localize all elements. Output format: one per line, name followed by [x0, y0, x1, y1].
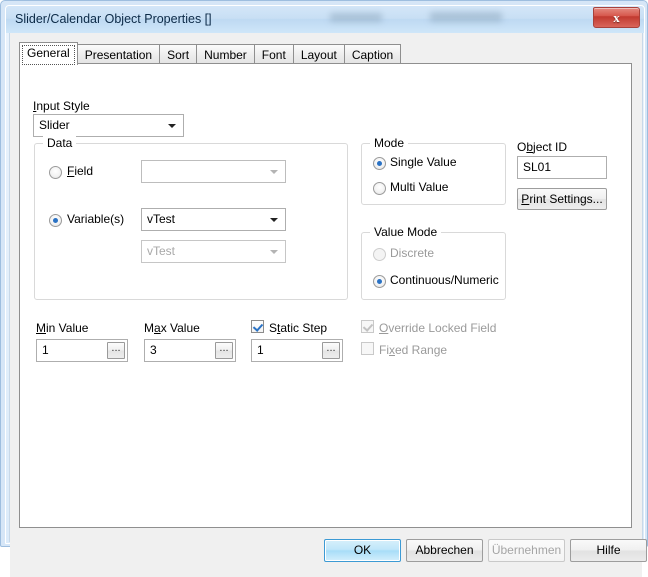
input-style-label: Input Style — [33, 99, 90, 113]
print-settings-button[interactable]: Print Settings... — [517, 188, 607, 210]
close-button[interactable]: x — [593, 7, 640, 28]
tab-sort-label: Sort — [167, 48, 190, 62]
chevron-down-icon — [270, 250, 278, 254]
checkbox-override-locked-field[interactable] — [361, 320, 374, 333]
tab-font[interactable]: Font — [253, 44, 294, 65]
max-value-input[interactable]: 3 ... — [144, 339, 236, 362]
min-value-input[interactable]: 1 ... — [36, 339, 128, 362]
variables-label: Variable(s) — [67, 212, 125, 226]
redacted-title-text-2 — [430, 12, 502, 22]
apply-button-label: Übernehmen — [491, 543, 562, 557]
close-icon: x — [613, 10, 620, 25]
input-style-value: Slider — [39, 118, 70, 132]
dialog-client-area: General Presentation Sort Number Font La… — [9, 33, 647, 577]
max-value-label: Max Value — [144, 321, 200, 335]
variables-combo-secondary-value: vTest — [147, 244, 176, 258]
window-inner-frame: Slider/Calendar Object Properties [] x G… — [5, 5, 647, 577]
tab-general[interactable]: General — [19, 42, 78, 65]
title-bar[interactable]: Slider/Calendar Object Properties [] x — [6, 6, 644, 33]
static-step-label: Static Step — [269, 321, 328, 335]
tab-caption-label: Caption — [351, 48, 394, 62]
object-id-value: SL01 — [523, 160, 552, 174]
help-button[interactable]: Hilfe — [570, 539, 647, 562]
radio-discrete[interactable] — [373, 248, 386, 261]
static-step-value: 1 — [257, 343, 264, 357]
help-button-label: Hilfe — [596, 543, 621, 557]
data-group-title: Data — [43, 136, 77, 150]
min-value-text: 1 — [42, 343, 49, 357]
static-step-input[interactable]: 1 ... — [251, 339, 343, 362]
tab-presentation-label: Presentation — [84, 48, 153, 62]
variables-combo-value: vTest — [147, 212, 176, 226]
tab-focus-rect — [22, 45, 75, 65]
ellipsis-icon: ... — [219, 342, 229, 354]
tab-sort[interactable]: Sort — [159, 44, 198, 65]
variables-combo-secondary[interactable]: vTest — [141, 240, 286, 263]
tab-layout-label: Layout — [300, 48, 337, 62]
radio-variables[interactable] — [49, 214, 62, 227]
tab-number-label: Number — [204, 48, 247, 62]
tab-number[interactable]: Number — [196, 44, 255, 65]
chevron-down-icon — [168, 124, 176, 128]
tab-layout[interactable]: Layout — [292, 44, 345, 65]
object-id-label: Object ID — [517, 140, 568, 154]
min-value-label: Min Value — [36, 321, 89, 335]
max-value-ellipsis-button[interactable]: ... — [215, 342, 233, 359]
ellipsis-icon: ... — [111, 342, 121, 354]
dialog-footer: OK Abbrechen Übernehmen Hilfe — [10, 530, 647, 577]
tab-caption[interactable]: Caption — [343, 44, 402, 65]
tab-panel-general: Input Style Slider Data Field Variable(s… — [19, 63, 632, 528]
checkbox-static-step[interactable] — [251, 320, 264, 333]
max-value-text: 3 — [150, 343, 157, 357]
print-settings-label: Print Settings... — [521, 192, 603, 206]
input-style-label-rest: nput Style — [36, 99, 90, 113]
apply-button[interactable]: Übernehmen — [488, 539, 565, 562]
discrete-label: Discrete — [390, 246, 435, 260]
multi-value-label: Multi Value — [390, 180, 449, 194]
checkbox-fixed-range[interactable] — [361, 342, 374, 355]
static-step-ellipsis-button[interactable]: ... — [322, 342, 340, 359]
data-group: Data Field Variable(s) vTest vTest — [34, 136, 348, 300]
fixed-range-label: Fixed Range — [379, 343, 448, 357]
properties-dialog-window: Slider/Calendar Object Properties [] x G… — [0, 0, 648, 577]
value-mode-group: Value Mode Discrete Continuous/Numeric — [361, 225, 506, 300]
cancel-button[interactable]: Abbrechen — [406, 539, 483, 562]
radio-single-value[interactable] — [373, 157, 386, 170]
tab-presentation[interactable]: Presentation — [76, 44, 161, 65]
tab-strip: General Presentation Sort Number Font La… — [19, 42, 402, 65]
min-value-ellipsis-button[interactable]: ... — [107, 342, 125, 359]
continuous-numeric-label: Continuous/Numeric — [390, 273, 499, 287]
chevron-down-icon — [270, 218, 278, 222]
input-style-combo[interactable]: Slider — [33, 114, 184, 137]
single-value-label: Single Value — [390, 155, 457, 169]
object-id-input[interactable]: SL01 — [517, 156, 607, 179]
mode-group-title: Mode — [370, 136, 409, 150]
ellipsis-icon: ... — [326, 342, 336, 354]
value-mode-group-title: Value Mode — [370, 225, 442, 239]
ok-button[interactable]: OK — [324, 539, 401, 562]
variables-combo[interactable]: vTest — [141, 208, 286, 231]
radio-continuous-numeric[interactable] — [373, 275, 386, 288]
radio-multi-value[interactable] — [373, 182, 386, 195]
field-combo[interactable] — [141, 160, 286, 183]
ok-button-label: OK — [353, 543, 372, 557]
mode-group: Mode Single Value Multi Value — [361, 136, 506, 205]
redacted-title-text-1 — [330, 13, 382, 22]
window-title: Slider/Calendar Object Properties [] — [15, 12, 212, 26]
field-label: Field — [67, 164, 94, 178]
cancel-button-label: Abbrechen — [415, 543, 474, 557]
override-locked-field-label: Override Locked Field — [379, 321, 497, 335]
chevron-down-icon — [270, 170, 278, 174]
radio-field[interactable] — [49, 166, 62, 179]
tab-font-label: Font — [261, 48, 286, 62]
